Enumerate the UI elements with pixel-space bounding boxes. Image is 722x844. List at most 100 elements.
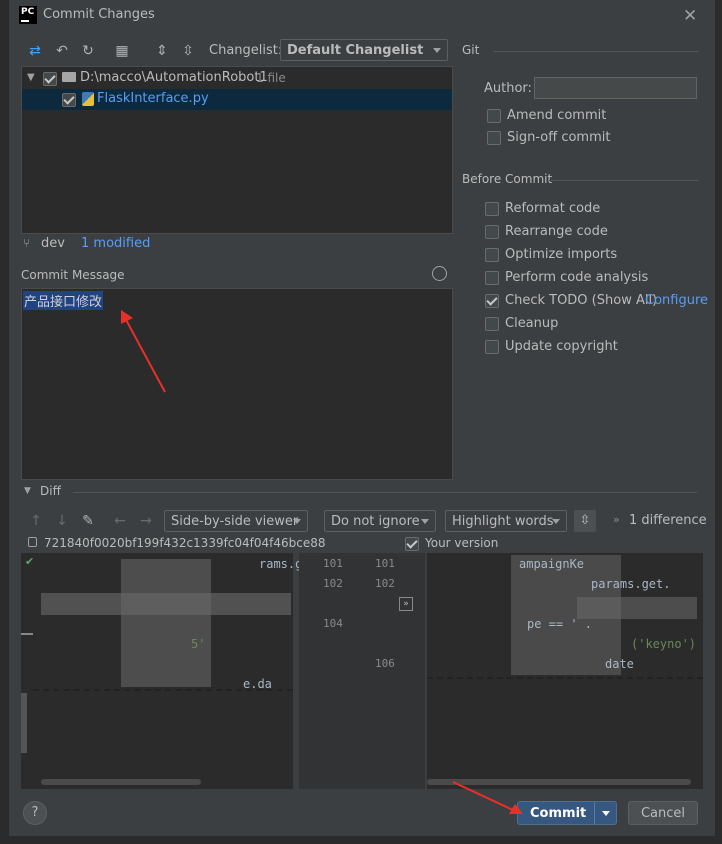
file-name: FlaskInterface.py — [97, 91, 209, 106]
rearrange-code-label: Rearrange code — [505, 224, 608, 239]
revision-hash: 721840f0020bf199f432c1339fc04f04f46bce88 — [44, 536, 326, 550]
cancel-button[interactable]: Cancel — [628, 801, 698, 825]
amend-commit-checkbox[interactable] — [487, 109, 501, 123]
obscured-code-block — [41, 593, 291, 615]
prev-diff-icon[interactable]: ↑ — [27, 512, 45, 530]
diff-left-pane[interactable]: ✔ rams.ge 5' e.da — [21, 553, 310, 789]
root-file-count: 1 file — [256, 71, 286, 85]
close-icon[interactable]: ✕ — [683, 6, 697, 26]
configure-link[interactable]: Configure — [645, 293, 708, 308]
modified-count-link[interactable]: 1 modified — [81, 236, 150, 251]
optimize-imports-checkbox[interactable] — [485, 248, 499, 262]
your-version-checkbox[interactable] — [405, 537, 419, 551]
forward-icon[interactable]: → — [137, 512, 155, 530]
collapse-all-icon[interactable]: ⇳ — [179, 42, 197, 60]
diff-section-label: Diff — [40, 484, 61, 498]
branch-icon: ⑂ — [23, 236, 31, 250]
pycharm-logo-icon: PC — [19, 6, 37, 24]
check-todo-checkbox[interactable] — [485, 294, 499, 308]
changes-tree: ▼ D:\macco\AutomationRobot1 1 file Flask… — [21, 66, 453, 234]
help-button[interactable]: ? — [23, 801, 47, 825]
reformat-code-checkbox[interactable] — [485, 202, 499, 216]
optimize-imports-label: Optimize imports — [505, 247, 618, 262]
line-number: 104 — [323, 617, 343, 630]
expand-all-icon[interactable]: ⇕ — [153, 42, 171, 60]
expand-arrow-icon[interactable]: ▼ — [27, 72, 35, 83]
changelist-label: Changelist: — [209, 43, 283, 58]
edit-source-icon[interactable]: ✎ — [79, 512, 97, 530]
commit-message-label: Commit Message — [21, 268, 125, 282]
your-version-label: Your version — [425, 536, 499, 550]
double-chevron-icon: » — [613, 513, 620, 526]
fold-separator — [427, 677, 703, 697]
refresh-icon[interactable]: ↻ — [79, 42, 97, 60]
ignore-select[interactable]: Do not ignore — [324, 510, 436, 532]
before-commit-divider — [549, 180, 699, 181]
changelist-select[interactable]: Default Changelist — [280, 39, 448, 61]
cleanup-checkbox[interactable] — [485, 317, 499, 331]
cleanup-label: Cleanup — [505, 316, 559, 331]
collapse-unchanged-icon[interactable]: ⇳ — [574, 510, 596, 532]
line-number: 102 — [323, 577, 343, 590]
reformat-code-label: Reformat code — [505, 201, 601, 216]
commit-message-text: 产品接口修改 — [23, 291, 104, 310]
chevron-down-icon — [293, 519, 301, 524]
code-line: date — [605, 657, 634, 671]
revert-icon[interactable]: ↶ — [53, 42, 71, 60]
check-todo-label: Check TODO (Show All) — [505, 293, 658, 308]
chevron-down-icon — [421, 519, 429, 524]
title-bar: PC Commit Changes ✕ — [9, 0, 715, 30]
signoff-commit-checkbox[interactable] — [487, 131, 501, 145]
chevron-down-icon — [552, 519, 560, 524]
line-number: 101 — [323, 557, 343, 570]
code-line: ('keyno') — [631, 637, 697, 651]
viewer-value: Side-by-side viewer — [171, 514, 299, 529]
root-checkbox[interactable] — [43, 72, 57, 86]
amend-commit-label: Amend commit — [507, 108, 607, 123]
vertical-scrollbar[interactable] — [21, 693, 27, 753]
update-copyright-checkbox[interactable] — [485, 340, 499, 354]
diff-collapse-arrow-icon[interactable]: ▼ — [24, 486, 31, 496]
chevron-down-icon[interactable] — [602, 811, 610, 816]
ignore-value: Do not ignore — [331, 514, 420, 529]
author-input[interactable] — [534, 77, 697, 99]
next-diff-icon[interactable]: ↓ — [53, 512, 71, 530]
code-analysis-checkbox[interactable] — [485, 271, 499, 285]
group-by-icon[interactable]: ▦ — [113, 42, 131, 60]
before-commit-label: Before Commit — [462, 172, 553, 186]
file-checkbox[interactable] — [62, 93, 76, 107]
commit-message-input[interactable]: 产品接口修改 — [21, 288, 453, 480]
code-line: params.get. — [591, 577, 671, 591]
window-title: Commit Changes — [43, 7, 155, 22]
commit-button[interactable]: Commit — [517, 801, 617, 825]
diff-gutter: 101 102 104 101 102 106 » — [299, 553, 425, 789]
difference-count: 1 difference — [629, 513, 707, 528]
rearrange-code-checkbox[interactable] — [485, 225, 499, 239]
changelist-value: Default Changelist — [287, 43, 424, 58]
annotation-arrow — [452, 781, 523, 814]
diff-right-pane[interactable]: ampaignKe params.get. pe == ' . ('keyno'… — [427, 553, 703, 789]
branch-name: dev — [41, 236, 65, 251]
back-icon[interactable]: ← — [111, 512, 129, 530]
collapse-diff-icon[interactable]: ⇄ — [26, 42, 44, 60]
line-number: 106 — [375, 657, 395, 670]
selected-file-row[interactable]: FlaskInterface.py — [22, 89, 452, 110]
highlight-value: Highlight words — [452, 514, 554, 529]
code-analysis-label: Perform code analysis — [505, 270, 649, 285]
chevron-down-icon — [433, 48, 441, 53]
history-clock-icon[interactable] — [432, 266, 447, 281]
check-icon: ✔ — [25, 555, 35, 568]
horizontal-scrollbar[interactable] — [41, 779, 201, 785]
python-file-icon — [82, 92, 94, 106]
folder-icon — [62, 72, 76, 82]
diff-divider — [73, 492, 697, 493]
update-copyright-label: Update copyright — [505, 339, 618, 354]
code-line: 5' — [191, 637, 206, 651]
viewer-select[interactable]: Side-by-side viewer — [164, 510, 308, 532]
code-line: pe == ' . — [527, 617, 593, 631]
lock-icon — [28, 537, 37, 547]
highlight-select[interactable]: Highlight words — [445, 510, 567, 532]
root-path: D:\macco\AutomationRobot1 — [80, 70, 268, 85]
apply-change-icon[interactable]: » — [399, 597, 413, 611]
obscured-code-block — [577, 597, 697, 619]
